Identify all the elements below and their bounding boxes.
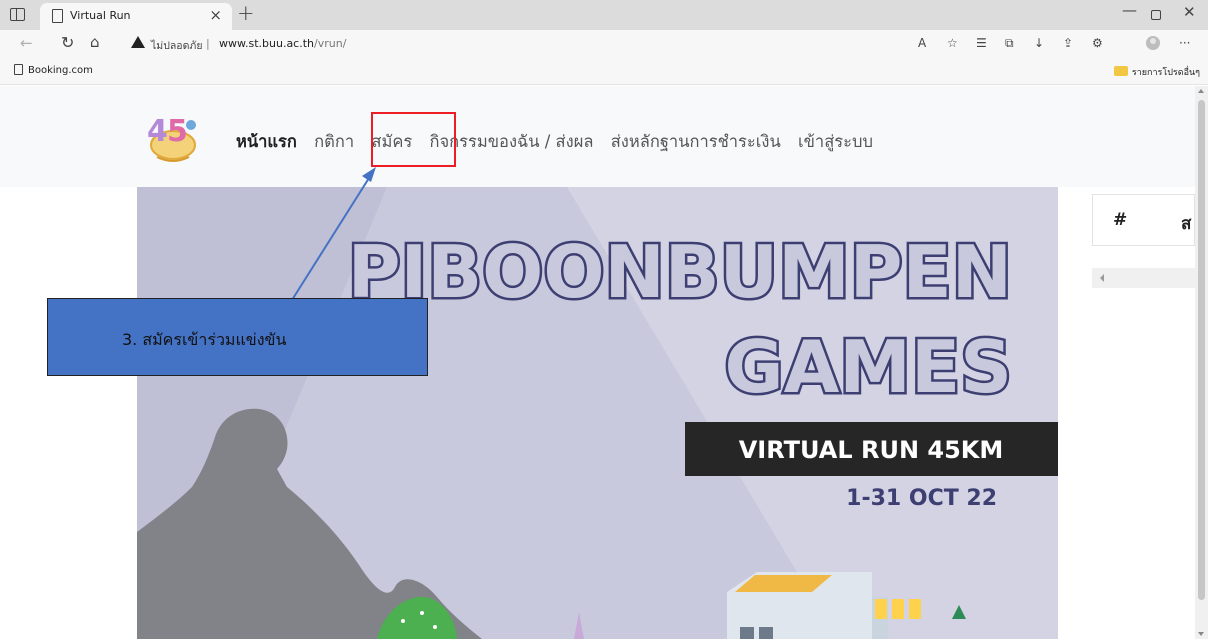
banner-title-line2: GAMES bbox=[724, 325, 1012, 409]
nav-home[interactable]: หน้าแรก bbox=[236, 132, 297, 151]
banner-title-line1: PIBOONBUMPEN bbox=[348, 230, 1012, 314]
banner-subtitle: VIRTUAL RUN 45KM bbox=[739, 436, 1004, 464]
side-results-table: # ส bbox=[1092, 194, 1195, 246]
url-field[interactable]: www.st.buu.ac.th/vrun/ bbox=[219, 37, 346, 50]
other-favorites-label: รายการโปรดอื่นๆ bbox=[1131, 68, 1200, 78]
close-tab-icon[interactable]: × bbox=[209, 6, 222, 24]
warning-icon[interactable] bbox=[131, 36, 145, 48]
collections-icon[interactable]: ⧉ bbox=[1005, 36, 1014, 51]
profile-avatar[interactable] bbox=[1146, 36, 1160, 50]
favorites-icon[interactable]: ☰ bbox=[976, 36, 987, 50]
other-favorites[interactable]: รายการโปรดอื่นๆ bbox=[1113, 65, 1200, 79]
table-horizontal-scrollbar[interactable] bbox=[1092, 268, 1195, 288]
banner-dates: 1-31 OCT 22 bbox=[846, 486, 997, 511]
svg-text:5: 5 bbox=[167, 114, 188, 149]
nav-rules[interactable]: กติกา bbox=[314, 132, 354, 151]
page-scrollbar[interactable] bbox=[1195, 86, 1208, 639]
tab-actions-icon[interactable] bbox=[10, 8, 25, 21]
tab-virtual-run[interactable]: Virtual Run × bbox=[40, 3, 232, 30]
reload-icon[interactable]: ↻ bbox=[61, 33, 74, 52]
table-header-partial: ส bbox=[1181, 214, 1192, 234]
scrollbar-thumb[interactable] bbox=[1198, 100, 1205, 600]
security-label[interactable]: ไม่ปลอดภัย bbox=[151, 37, 203, 54]
url-path: /vrun/ bbox=[314, 37, 347, 50]
back-icon[interactable]: ← bbox=[20, 34, 33, 52]
table-header-hash: # bbox=[1113, 210, 1128, 230]
url-separator: | bbox=[206, 37, 210, 50]
downloads-icon[interactable]: ↓ bbox=[1034, 36, 1044, 50]
banner-title-layer: PIBOONBUMPEN GAMES VIRTUAL RUN 45KM 1-31… bbox=[345, 228, 1058, 511]
restore-button[interactable] bbox=[1151, 10, 1161, 20]
read-aloud-icon[interactable]: A bbox=[918, 36, 926, 50]
logo-45-icon[interactable]: 4 5 bbox=[143, 111, 203, 166]
scroll-left-icon[interactable] bbox=[1100, 274, 1104, 282]
callout-text: 3. สมัครเข้าร่วมแข่งขัน bbox=[122, 330, 287, 349]
scroll-down-icon[interactable] bbox=[1198, 632, 1204, 636]
nav-login[interactable]: เข้าสู่ระบบ bbox=[798, 132, 873, 151]
minimize-button[interactable]: — bbox=[1122, 1, 1137, 19]
scroll-up-icon[interactable] bbox=[1198, 89, 1204, 93]
event-banner: PIBOONBUMPEN GAMES VIRTUAL RUN 45KM 1-31… bbox=[137, 187, 1058, 639]
home-icon[interactable]: ⌂ bbox=[90, 33, 100, 51]
svg-text:4: 4 bbox=[147, 114, 168, 149]
new-tab-button[interactable]: + bbox=[237, 1, 255, 25]
page-icon bbox=[52, 9, 63, 23]
site-header: 4 5 หน้าแรก กติกา สมัคร กิจกรรมของฉัน / … bbox=[0, 86, 1195, 187]
tab-title: Virtual Run bbox=[70, 9, 131, 22]
folder-icon bbox=[1113, 66, 1128, 76]
favorite-booking[interactable]: Booking.com bbox=[14, 64, 93, 76]
extensions-icon[interactable]: ⚙ bbox=[1092, 36, 1103, 50]
address-bar: ← ↻ ⌂ ไม่ปลอดภัย | www.st.buu.ac.th/vrun… bbox=[0, 30, 1208, 58]
favorite-label: Booking.com bbox=[28, 65, 93, 76]
more-menu-icon[interactable]: ··· bbox=[1179, 36, 1190, 50]
tab-bar: Virtual Run × + — ✕ bbox=[0, 0, 1208, 30]
annotation-callout: 3. สมัครเข้าร่วมแข่งขัน bbox=[47, 298, 428, 376]
favorites-bar: Booking.com รายการโปรดอื่นๆ bbox=[0, 58, 1208, 85]
add-favorite-icon[interactable]: ☆ bbox=[947, 36, 958, 50]
main-nav: หน้าแรก กติกา สมัคร กิจกรรมของฉัน / ส่งผ… bbox=[236, 129, 885, 155]
url-host: www.st.buu.ac.th bbox=[219, 37, 315, 50]
register-highlight-box bbox=[371, 112, 456, 167]
page-icon bbox=[14, 64, 23, 75]
close-window-button[interactable]: ✕ bbox=[1183, 3, 1196, 21]
nav-payment-proof[interactable]: ส่งหลักฐานการชำระเงิน bbox=[611, 132, 781, 151]
share-icon[interactable]: ⇪ bbox=[1063, 36, 1073, 50]
